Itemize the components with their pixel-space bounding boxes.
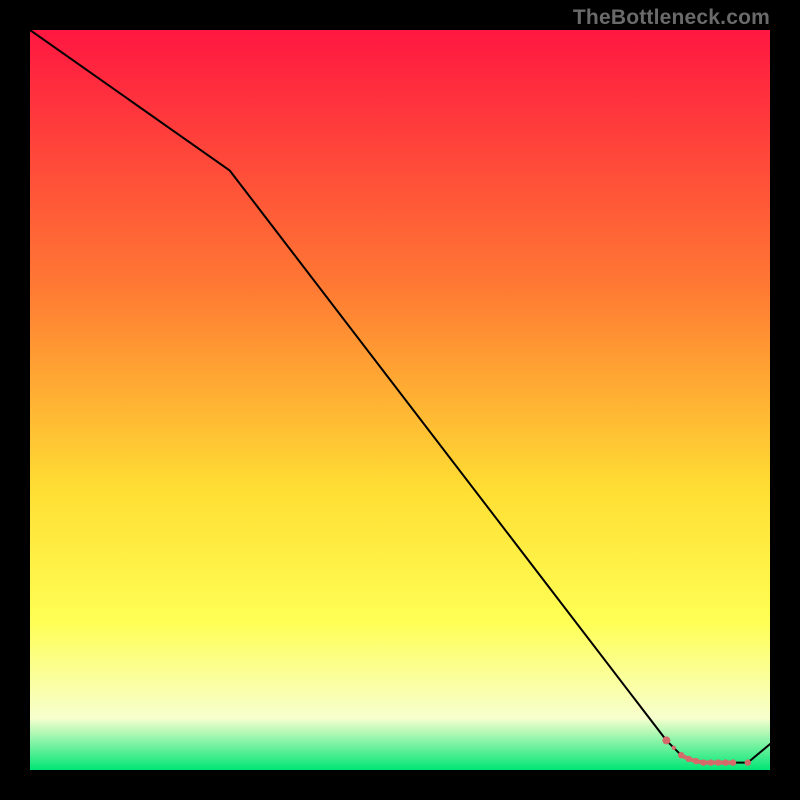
marker-dash: [720, 760, 724, 764]
marker-dash: [727, 760, 731, 764]
marker-dash: [690, 758, 694, 762]
chart-frame: TheBottleneck.com: [0, 0, 800, 800]
marker-dash: [683, 755, 687, 759]
bottleneck-curve: [30, 30, 770, 763]
marker-dash: [712, 760, 716, 764]
line-layer: [30, 30, 770, 770]
marker-dot: [662, 736, 670, 744]
watermark-text: TheBottleneck.com: [573, 6, 770, 30]
plot-area: [30, 30, 770, 770]
marker-dot: [745, 759, 751, 765]
marker-dash: [705, 760, 709, 764]
marker-dash: [698, 760, 702, 764]
marker-dash: [672, 746, 676, 750]
